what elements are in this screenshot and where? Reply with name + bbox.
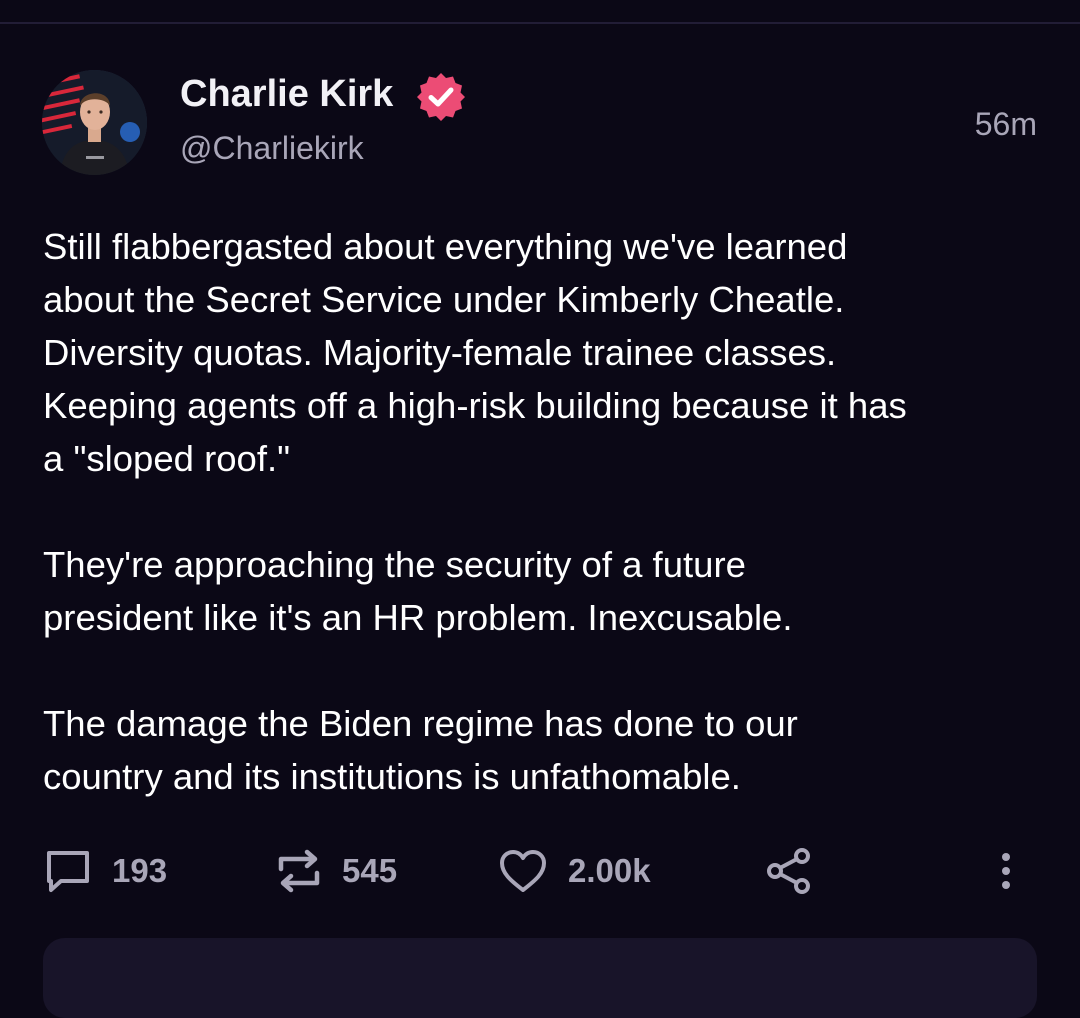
post-paragraph: Still flabbergasted about everything we'…	[43, 226, 907, 479]
repost-count: 545	[342, 852, 398, 889]
post-actions: 193 545 2.00k	[0, 836, 1080, 906]
more-options-button[interactable]	[992, 836, 1020, 906]
share-icon	[767, 848, 810, 894]
post-paragraph: The damage the Biden regime has done to …	[43, 703, 798, 797]
repost-button[interactable]: 545	[276, 836, 397, 906]
post-paragraph: They're approaching the security of a fu…	[43, 544, 793, 638]
top-divider	[0, 0, 1080, 24]
like-count: 2.00k	[568, 852, 651, 889]
author-handle[interactable]: @Charliekirk	[180, 128, 364, 168]
like-button[interactable]: 2.00k	[498, 836, 651, 906]
more-vertical-icon	[1002, 853, 1010, 889]
verified-badge-icon	[417, 73, 465, 121]
post-timestamp: 56m	[974, 106, 1037, 142]
reply-count: 193	[112, 852, 168, 889]
post-card[interactable]: Charlie Kirk @Charliekirk 56m Still flab…	[0, 24, 1080, 1018]
reply-button[interactable]: 193	[44, 836, 167, 906]
heart-icon	[500, 850, 546, 892]
share-button[interactable]	[766, 836, 812, 906]
avatar[interactable]	[42, 70, 147, 175]
reply-icon	[47, 851, 89, 892]
repost-icon	[278, 849, 320, 893]
next-post-card[interactable]	[43, 938, 1037, 1018]
author-name[interactable]: Charlie Kirk	[180, 72, 393, 116]
user-avatar-image	[42, 70, 147, 175]
post-text: Still flabbergasted about everything we'…	[43, 220, 1043, 856]
